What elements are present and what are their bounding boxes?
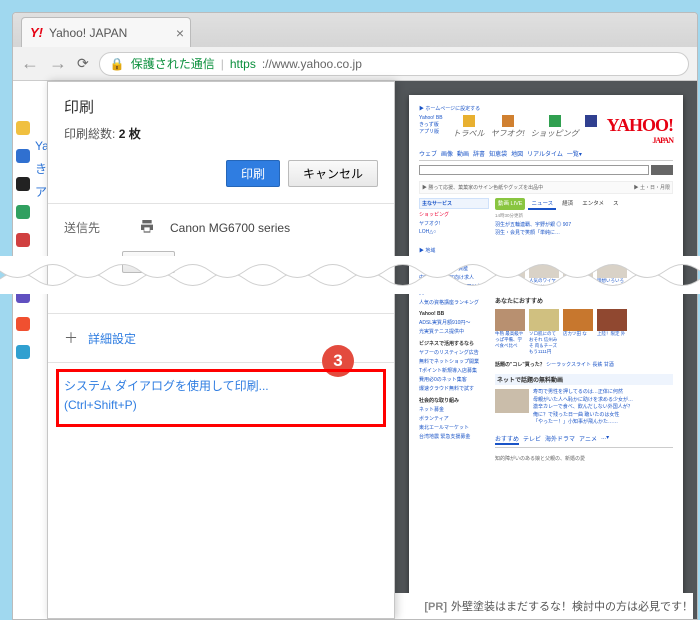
secure-label: 保護された通信 (131, 55, 215, 72)
banner-text: ▶ 勝って応援、菓菓家のサイン色紙やグッズを出品中 (422, 184, 543, 191)
reload-icon[interactable]: ⟳ (77, 55, 89, 72)
callout-badge: 3 (322, 345, 354, 377)
system-dialog-text: システム ダイアログを使用して印刷... (64, 377, 378, 396)
cancel-button[interactable]: キャンセル (288, 160, 378, 187)
preview-sidebar: 主なサービス ショッピング ヤフオク! LOH△○ ▶ 地域 求人 転職 バイト… (419, 198, 489, 462)
pr-text: 外壁塗装はまだするな！検討中の方は必見です！ (451, 601, 693, 613)
total-label: 印刷総数: (64, 127, 115, 141)
toplink: Yahoo! BB (419, 115, 443, 122)
bookmark-strip (13, 81, 33, 619)
print-dialog: 印刷 印刷総数: 2 枚 印刷 キャンセル 送信先 Canon MG6700 s… (47, 81, 395, 619)
back-icon[interactable]: ← (21, 53, 39, 74)
destination-label: 送信先 (64, 219, 124, 236)
total-value: 2 枚 (119, 127, 141, 141)
icon-label: トラベル (453, 128, 485, 139)
search-box (419, 165, 673, 175)
tab-title: Yahoo! JAPAN (49, 26, 127, 40)
toplink: アプリ版 (419, 129, 443, 136)
print-title: 印刷 (64, 96, 378, 117)
tab-strip: Y! Yahoo! JAPAN × (13, 13, 697, 47)
content-area: Ya きっ アフ 印刷 印刷総数: 2 枚 印刷 キャンセル 送信先 (13, 81, 697, 619)
printer-name: Canon MG6700 series (170, 221, 290, 235)
yahoo-favicon-icon: Y! (30, 25, 43, 40)
url-scheme: https (230, 57, 256, 71)
more-settings-label: 詳細設定 (88, 330, 136, 347)
lock-icon: 🔒 (110, 57, 125, 71)
search-tabs: ウェブ画像動画辞書知恵袋地図リアルタイム一覧▾ (419, 149, 673, 161)
print-button[interactable]: 印刷 (226, 160, 280, 187)
browser-tab[interactable]: Y! Yahoo! JAPAN × (21, 17, 191, 47)
yahoo-logo: YAHOO!JAPAN (607, 115, 673, 145)
search-button (651, 165, 673, 175)
separator: | (221, 57, 224, 71)
browser-window: Y! Yahoo! JAPAN × ← → ⟳ 🔒 保護された通信 | http… (12, 12, 698, 620)
preview-main: 動画 LIVE ニュース 経済 エンタメ ス 14時30分更新 羽生が五輪連覇、… (495, 198, 673, 462)
system-dialog-shortcut: (Ctrl+Shift+P) (64, 396, 378, 415)
close-icon[interactable]: × (176, 25, 184, 41)
system-dialog-link[interactable]: 3 システム ダイアログを使用して印刷... (Ctrl+Shift+P) (48, 363, 394, 429)
header-service-icons: トラベル ヤフオク! ショッピング (453, 115, 597, 139)
print-total: 印刷総数: 2 枚 (64, 125, 378, 142)
banner-text: ▶ 土・日・月限 (634, 184, 670, 191)
url-rest: ://www.yahoo.co.jp (262, 57, 362, 71)
printer-icon (138, 218, 156, 237)
toplink: きっず版 (419, 122, 443, 129)
url-field[interactable]: 🔒 保護された通信 | https ://www.yahoo.co.jp (99, 52, 689, 76)
icon-label: ヤフオク! (491, 128, 525, 139)
address-bar: ← → ⟳ 🔒 保護された通信 | https ://www.yahoo.co.j… (13, 47, 697, 81)
icon-label: ショッピング (531, 128, 579, 139)
torn-edge-icon (0, 256, 700, 286)
print-preview: ▶ ホームページに設定する Yahoo! BB きっず版 アプリ版 トラベル ヤ… (395, 81, 697, 619)
destination-row: 送信先 Canon MG6700 series (48, 204, 394, 251)
forward-icon[interactable]: → (49, 53, 67, 74)
search-input (419, 165, 649, 175)
preview-page: ▶ ホームページに設定する Yahoo! BB きっず版 アプリ版 トラベル ヤ… (409, 95, 683, 615)
home-link: ▶ ホームページに設定する (419, 105, 673, 112)
plus-icon: ＋ (64, 328, 78, 348)
